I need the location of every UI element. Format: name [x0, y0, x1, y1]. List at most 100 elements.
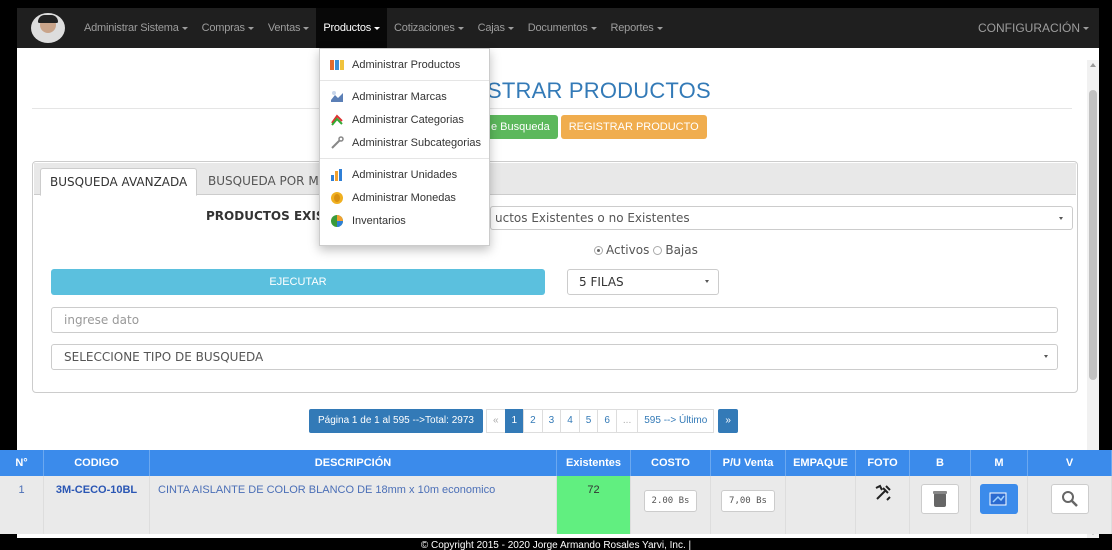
pagination-ellipsis: ...	[615, 409, 639, 433]
costo-field[interactable]: 2.00 Bs	[643, 490, 698, 512]
pagination-page[interactable]: 1	[504, 409, 525, 433]
cell-n: 1	[0, 476, 44, 534]
menu-item-label: Administrar Productos	[352, 58, 461, 71]
action-buttons: e Busqueda REGISTRAR PRODUCTO	[487, 115, 707, 139]
pagination-page[interactable]: 6	[597, 409, 617, 433]
delete-button[interactable]	[921, 484, 959, 514]
products-icon	[330, 59, 344, 70]
search-input[interactable]: ingrese dato	[51, 307, 1058, 333]
pagination-prev[interactable]: «	[485, 409, 506, 433]
nav-compras[interactable]: Compras	[195, 8, 261, 48]
nav-cotizaciones[interactable]: Cotizaciones	[387, 8, 471, 48]
col-header: CODIGO	[44, 450, 150, 476]
pagination-last[interactable]: 595 --> Último	[637, 409, 715, 433]
tab-busqueda-avanzada[interactable]: BUSQUEDA AVANZADA	[40, 168, 198, 196]
nav-ventas[interactable]: Ventas	[261, 8, 316, 48]
select-caret-icon	[705, 280, 709, 283]
menu-item-inventarios[interactable]: Inventarios	[320, 209, 489, 232]
tab-busqueda-por-marca[interactable]: BUSQUEDA POR MA	[199, 168, 336, 196]
search-mode-button[interactable]: e Busqueda	[487, 115, 558, 139]
caret-down-icon	[1083, 26, 1089, 30]
pagination-page[interactable]: 4	[560, 409, 580, 433]
nav-administrar-sistema[interactable]: Administrar Sistema	[77, 8, 195, 48]
pagination-page[interactable]: 5	[578, 409, 599, 433]
menu-item-administrar-monedas[interactable]: Administrar Monedas	[320, 186, 489, 209]
col-header: DESCRIPCIÓN	[150, 450, 557, 476]
scroll-thumb[interactable]	[1089, 90, 1097, 380]
pagination-page[interactable]: 2	[523, 409, 543, 433]
col-header: Existentes	[557, 450, 631, 476]
menu-item-label: Administrar Monedas	[352, 191, 456, 204]
search-panel: BUSQUEDA AVANZADA BUSQUEDA POR MA PRODUC…	[32, 161, 1078, 393]
cell-existentes: 72	[557, 476, 631, 534]
search-type-value: SELECCIONE TIPO DE BUSQUEDA	[64, 350, 264, 364]
tools-icon[interactable]	[874, 484, 892, 502]
pagination-next[interactable]: »	[718, 409, 738, 433]
menu-item-label: Administrar Subcategorias	[352, 136, 482, 149]
cell-costo: 2.00 Bs	[631, 476, 711, 534]
menu-item-administrar-productos[interactable]: Administrar Productos	[320, 53, 489, 76]
cell-foto	[856, 476, 910, 534]
pagination-page[interactable]: 3	[541, 409, 562, 433]
col-header: EMPAQUE	[786, 450, 856, 476]
existentes-label: PRODUCTOS EXIS	[206, 209, 325, 223]
products-table: N° CODIGO DESCRIPCIÓN Existentes COSTO P…	[0, 450, 1112, 534]
scroll-up-icon[interactable]	[1090, 63, 1096, 67]
caret-down-icon	[247, 26, 254, 30]
menu-item-administrar-unidades[interactable]: Administrar Unidades	[320, 163, 489, 186]
menu-item-administrar-marcas[interactable]: Administrar Marcas	[320, 85, 489, 108]
nav-label: CONFIGURACIÓN	[978, 21, 1080, 35]
existentes-select[interactable]: uctos Existentes o no Existentes	[490, 206, 1073, 230]
view-button[interactable]	[1050, 484, 1089, 514]
select-caret-icon	[1044, 355, 1048, 358]
ejecutar-button[interactable]: EJECUTAR	[51, 269, 545, 295]
pagination-info: Página 1 de 1 al 595 -->Total: 2973	[309, 409, 483, 433]
menu-divider	[320, 80, 489, 81]
table-row[interactable]: 1 3M-CECO-10BL CINTA AISLANTE DE COLOR B…	[0, 476, 1112, 534]
nav-label: Cajas	[477, 22, 505, 34]
subcategories-icon	[331, 135, 344, 149]
cell-pu-venta: 7,00 Bs	[711, 476, 786, 534]
pagination: Página 1 de 1 al 595 -->Total: 2973 « 1 …	[309, 409, 738, 433]
cell-b	[910, 476, 971, 534]
col-header: COSTO	[631, 450, 711, 476]
menu-item-administrar-categorias[interactable]: Administrar Categorias	[320, 108, 489, 131]
cell-codigo: 3M-CECO-10BL	[44, 476, 150, 534]
nav-configuracion[interactable]: CONFIGURACIÓN	[978, 21, 1089, 35]
coins-icon	[331, 191, 343, 204]
nav-label: Cotizaciones	[394, 22, 455, 34]
menu-item-administrar-subcategorias[interactable]: Administrar Subcategorias	[320, 131, 489, 154]
cell-descripcion: CINTA AISLANTE DE COLOR BLANCO DE 18mm x…	[150, 476, 557, 534]
status-radio-group: Activos Bajas	[594, 243, 698, 257]
rows-per-page-value: 5 FILAS	[579, 275, 624, 289]
menu-item-label: Administrar Marcas	[352, 90, 447, 103]
edit-button[interactable]	[980, 484, 1018, 514]
cell-m	[971, 476, 1028, 534]
inventory-icon	[331, 214, 343, 227]
col-header: M	[971, 450, 1028, 476]
nav-label: Productos	[323, 22, 372, 34]
radio-bajas-label: Bajas	[665, 243, 698, 257]
nav-productos[interactable]: Productos	[316, 8, 388, 48]
nav-reportes[interactable]: Reportes	[604, 8, 670, 48]
menu-item-label: Administrar Categorias	[352, 113, 464, 126]
menu-item-label: Inventarios	[352, 214, 406, 227]
search-type-select[interactable]: SELECCIONE TIPO DE BUSQUEDA	[51, 344, 1058, 370]
col-header: V	[1028, 450, 1112, 476]
radio-activos-label: Activos	[606, 243, 650, 257]
nav-cajas[interactable]: Cajas	[471, 8, 521, 48]
radio-bajas[interactable]	[653, 245, 663, 255]
user-avatar[interactable]	[31, 13, 65, 43]
nav-documentos[interactable]: Documentos	[521, 8, 604, 48]
cell-empaque	[786, 476, 856, 534]
radio-activos[interactable]	[594, 245, 603, 255]
pu-venta-field[interactable]: 7,00 Bs	[721, 490, 775, 512]
register-product-button[interactable]: REGISTRAR PRODUCTO	[560, 115, 707, 139]
rows-per-page-select[interactable]: 5 FILAS	[567, 269, 719, 295]
nav-label: Documentos	[527, 22, 588, 34]
col-header: P/U Venta	[711, 450, 786, 476]
caret-down-icon	[374, 26, 381, 30]
cell-v	[1028, 476, 1112, 534]
categories-icon	[331, 113, 343, 126]
page-title: STRAR PRODUCTOS	[487, 78, 711, 103]
